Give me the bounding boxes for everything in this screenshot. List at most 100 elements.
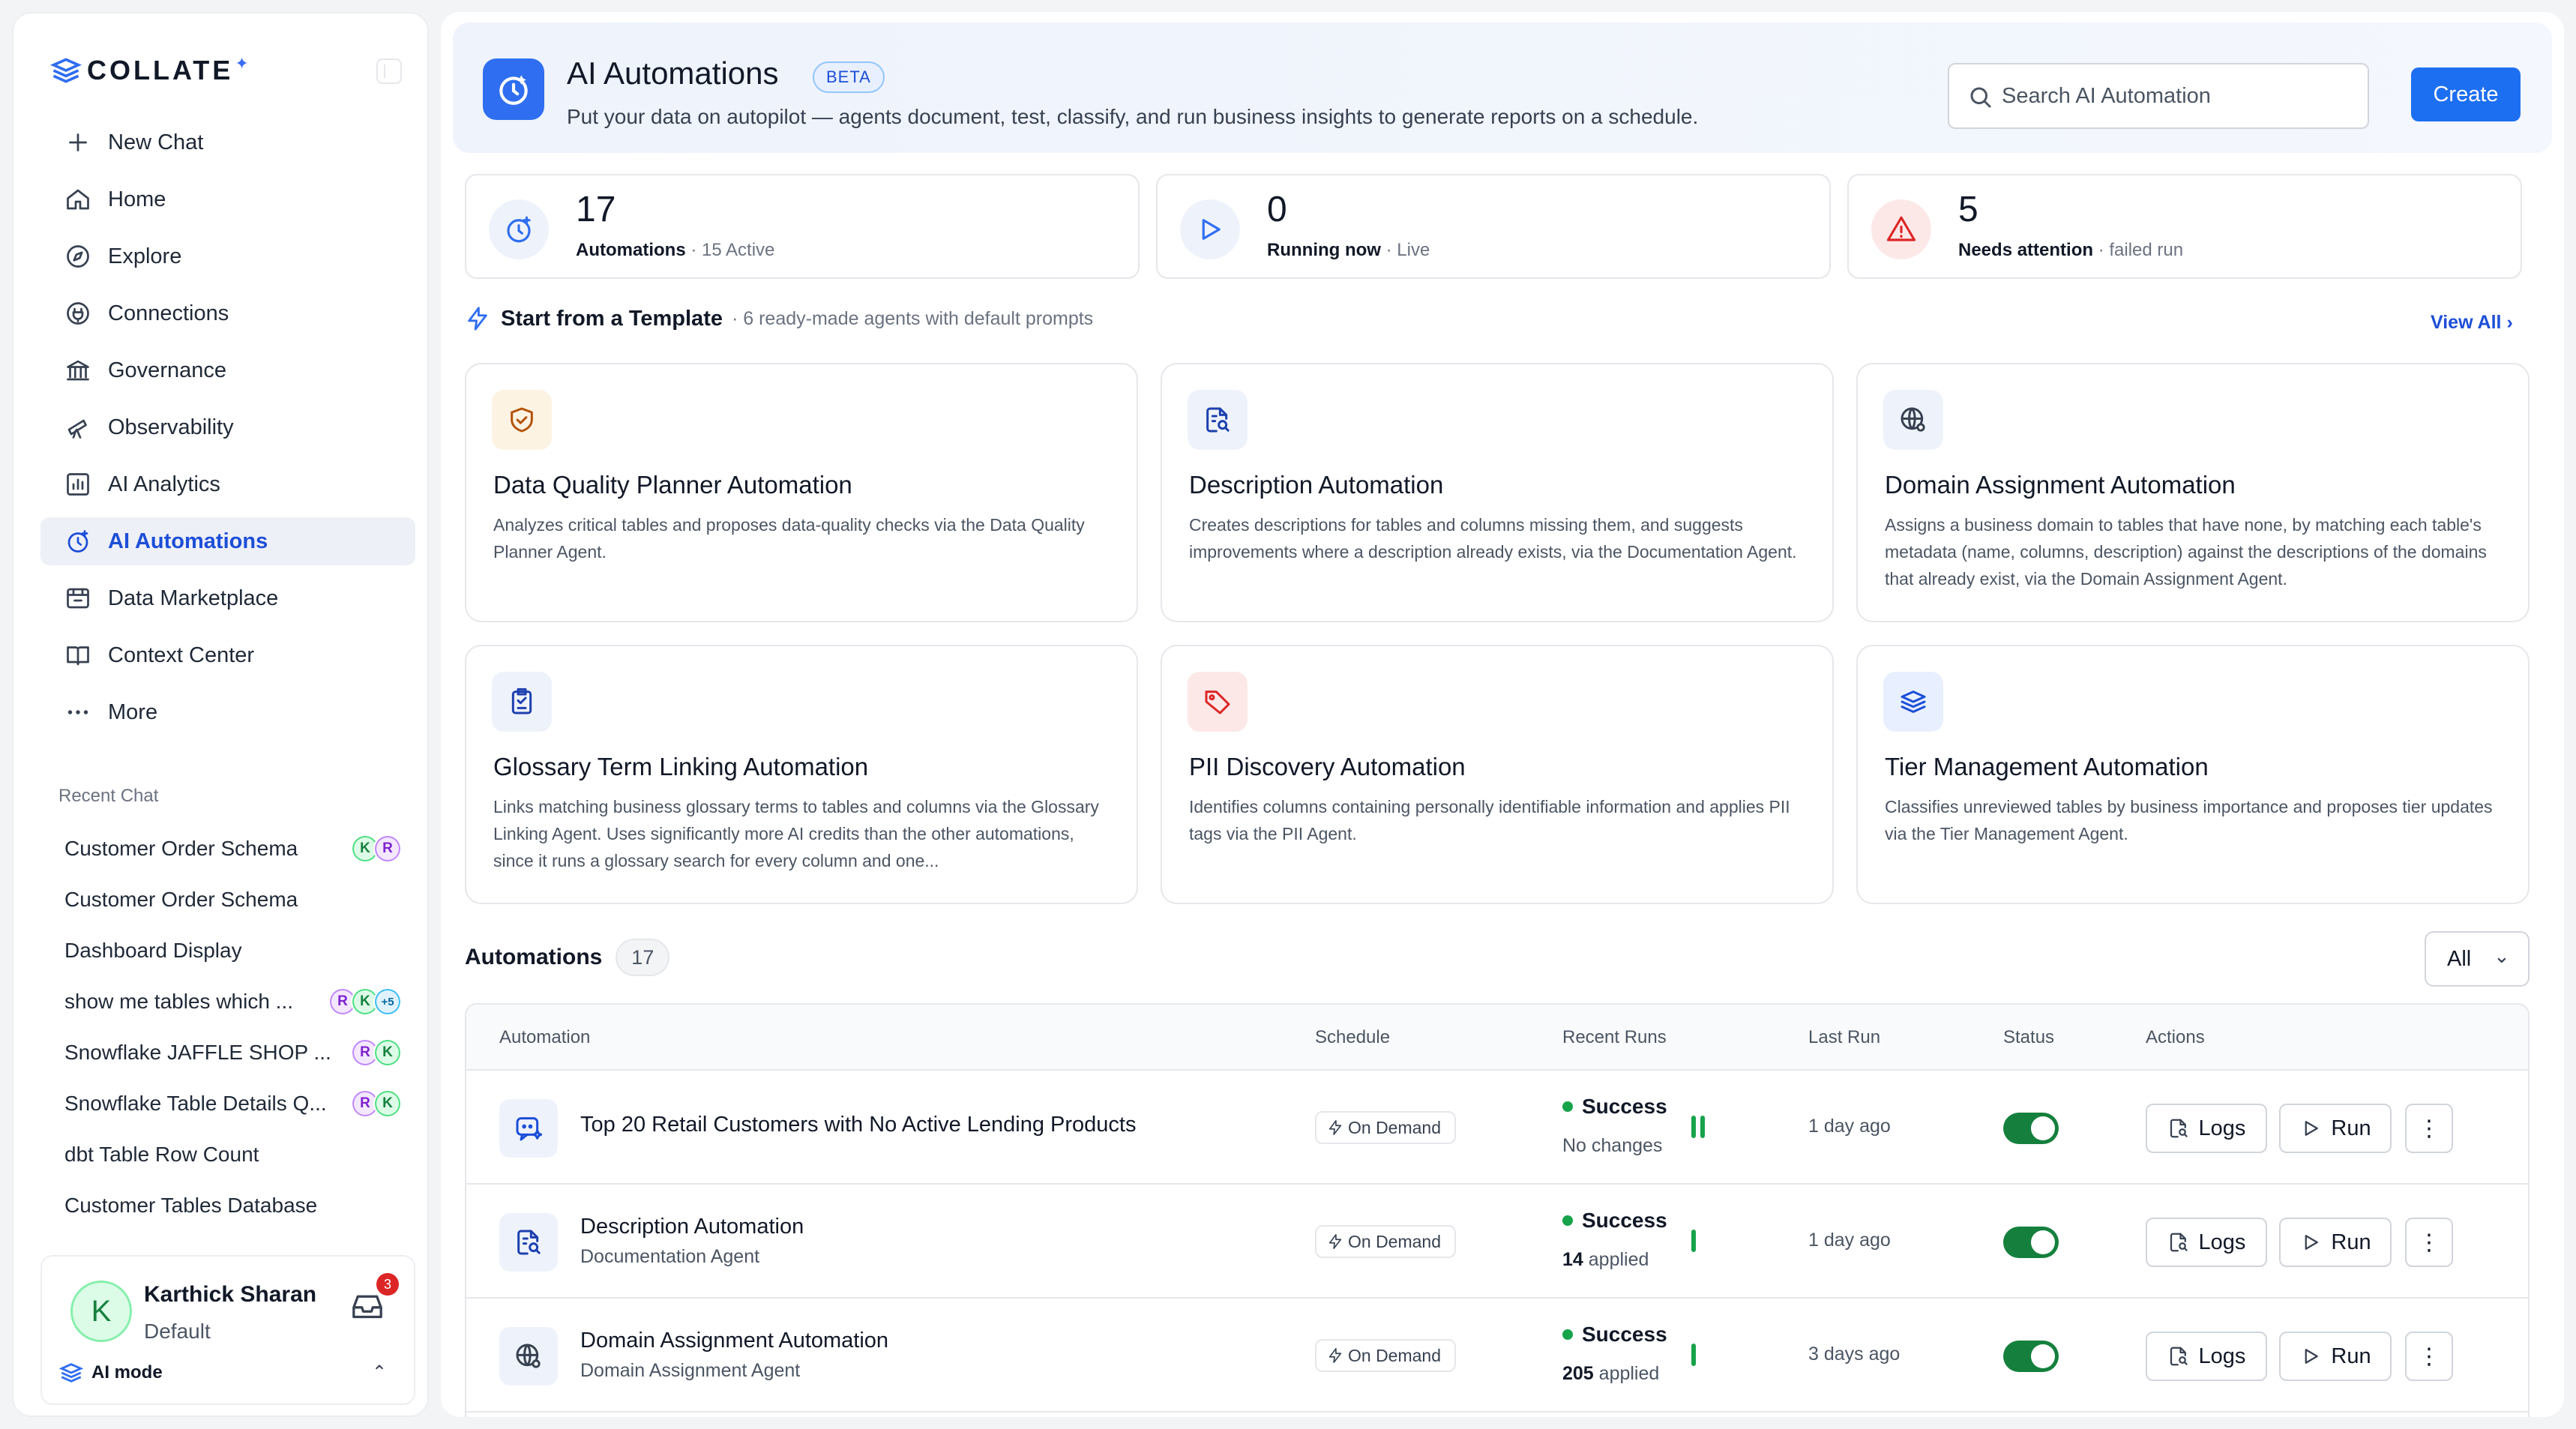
recent-chat-item[interactable]: Dashboard Display <box>40 925 415 976</box>
sidebar-item-ai-automations[interactable]: AI Automations <box>40 517 415 565</box>
template-card-title: Data Quality Planner Automation <box>493 471 852 499</box>
template-card[interactable]: Tier Management Automation Classifies unr… <box>1856 645 2530 904</box>
store-icon <box>63 583 93 613</box>
automation-name[interactable]: Top 20 Retail Customers with No Active L… <box>580 1113 1136 1137</box>
stat-label-detail: · 15 Active <box>685 240 775 260</box>
compass-icon <box>63 241 93 271</box>
recent-chat-item[interactable]: Customer Order Schema K R <box>40 823 415 874</box>
sidebar-item-label: AI Analytics <box>108 472 220 496</box>
recent-chat-label: show me tables which ... <box>64 990 294 1013</box>
search-input[interactable]: Search AI Automation <box>1948 63 2369 129</box>
stats-row: 17 Automations · 15 Active 0 Running now · … <box>465 174 2527 279</box>
recent-runs-sparkline[interactable] <box>1691 1116 1709 1138</box>
sidebar-item-governance[interactable]: Governance <box>40 346 415 394</box>
template-card-description: Links matching business glossary terms t… <box>493 797 1099 870</box>
table-row[interactable]: Domain Assignment Automation Domain Assig… <box>466 1299 2528 1413</box>
recent-chat-item[interactable]: dbt Table Row Count <box>40 1129 415 1180</box>
template-card[interactable]: Description Automation Creates descriptio… <box>1161 363 1834 622</box>
document-search-icon <box>499 1213 558 1272</box>
recent-runs-sparkline[interactable] <box>1691 1344 1700 1366</box>
logs-button[interactable]: Logs <box>2146 1218 2267 1267</box>
user-card[interactable]: K Karthick Sharan Default 3 AI mode ⌃ <box>40 1255 415 1405</box>
status-filter-select[interactable]: All ⌄ <box>2425 931 2530 987</box>
status-toggle[interactable] <box>2003 1227 2059 1258</box>
recent-chat-label: Customer Order Schema <box>64 888 298 911</box>
automation-agent: Documentation Agent <box>580 1246 760 1267</box>
participant-avatars: R K +5 <box>328 987 402 1016</box>
recent-chat-item[interactable]: show me tables which ... R K +5 <box>40 976 415 1027</box>
template-card[interactable]: Domain Assignment Automation Assigns a bu… <box>1856 363 2530 622</box>
run-note-text: No changes <box>1562 1135 1663 1156</box>
ai-mode-label: AI mode <box>91 1362 163 1383</box>
templates-title: Start from a Template <box>501 306 723 331</box>
sidebar-item-home[interactable]: Home <box>40 175 415 223</box>
more-actions-button[interactable]: ⋮ <box>2405 1104 2453 1153</box>
template-card[interactable]: Data Quality Planner Automation Analyzes … <box>465 363 1138 622</box>
run-bar <box>1691 1344 1696 1366</box>
shield-check-icon <box>492 390 552 450</box>
play-icon <box>2299 1231 2331 1254</box>
run-button[interactable]: Run <box>2279 1332 2392 1381</box>
recent-runs-sparkline[interactable] <box>1691 1230 1700 1252</box>
logs-button[interactable]: Logs <box>2146 1104 2267 1153</box>
recent-chat-item[interactable]: Customer Tables Database <box>40 1180 415 1231</box>
automation-icon <box>483 58 544 120</box>
more-actions-button[interactable]: ⋮ <box>2405 1332 2453 1381</box>
book-icon <box>63 640 93 670</box>
view-all-link[interactable]: View All › <box>2431 312 2513 334</box>
avatar: R <box>373 834 402 863</box>
run-button[interactable]: Run <box>2279 1218 2392 1267</box>
schedule-label: On Demand <box>1348 1117 1442 1137</box>
view-all-label: View All <box>2431 312 2502 333</box>
templates-subtitle: · 6 ready-made agents with default promp… <box>731 307 1094 329</box>
run-note: No changes <box>1562 1135 1662 1157</box>
recent-chat-label: Customer Order Schema <box>64 837 298 860</box>
table-row[interactable]: Description Automation Documentation Agen… <box>466 1185 2528 1299</box>
create-button[interactable]: Create <box>2411 67 2521 121</box>
recent-chat-item[interactable]: Snowflake JAFFLE SHOP ... R K <box>40 1027 415 1078</box>
run-note-text: applied <box>1583 1249 1649 1270</box>
run-bar <box>1691 1116 1696 1138</box>
avatar[interactable]: K <box>70 1281 132 1342</box>
sidebar-item-explore[interactable]: Explore <box>40 232 415 280</box>
home-icon <box>63 184 93 214</box>
sidebar-item-context-center[interactable]: Context Center <box>40 631 415 679</box>
template-card[interactable]: PII Discovery Automation Identifies colum… <box>1161 645 1834 904</box>
run-label: Run <box>2331 1116 2371 1140</box>
sidebar-item-connections[interactable]: Connections <box>40 289 415 337</box>
column-header: Recent Runs <box>1562 1027 1667 1047</box>
automation-name[interactable]: Domain Assignment Automation <box>580 1329 888 1353</box>
brand-logo[interactable]: COLLATE ✦ <box>49 54 249 87</box>
logs-button[interactable]: Logs <box>2146 1332 2267 1381</box>
chevron-down-icon: ⌄ <box>2494 945 2510 967</box>
sidebar-item-ai-analytics[interactable]: AI Analytics <box>40 460 415 508</box>
sidebar-item-data-marketplace[interactable]: Data Marketplace <box>40 574 415 622</box>
run-button[interactable]: Run <box>2279 1104 2392 1153</box>
collapse-sidebar-button[interactable] <box>376 58 402 84</box>
chevron-up-icon[interactable]: ⌃ <box>372 1362 387 1383</box>
sidebar-item-observability[interactable]: Observability <box>40 403 415 451</box>
status-toggle[interactable] <box>2003 1341 2059 1372</box>
participant-avatars: RK <box>351 1089 402 1118</box>
automation-name[interactable]: Description Automation <box>580 1215 804 1239</box>
sidebar-item-more[interactable]: More <box>40 688 415 736</box>
recent-chat-label: Dashboard Display <box>64 939 242 962</box>
more-actions-button[interactable]: ⋮ <box>2405 1218 2453 1267</box>
sparkle-icon: ✦ <box>235 54 249 73</box>
search-placeholder: Search AI Automation <box>2002 83 2211 108</box>
inbox-icon[interactable] <box>351 1291 384 1321</box>
recent-chat-item[interactable]: Snowflake Table Details Q... R K <box>40 1078 415 1129</box>
user-role: Default <box>144 1320 211 1343</box>
globe-gear-icon <box>1883 390 1943 450</box>
table-header: Automation Schedule Recent Runs Last Run Sta… <box>466 1005 2528 1071</box>
status-toggle[interactable] <box>2003 1113 2059 1144</box>
run-note-text: applied <box>1593 1363 1660 1384</box>
stat-value: 5 <box>1958 190 1978 229</box>
sidebar-item-new-chat[interactable]: New Chat <box>40 118 415 166</box>
stat-card: 0 Running now · Live <box>1156 174 1831 279</box>
template-card[interactable]: Glossary Term Linking Automation Links ma… <box>465 645 1138 904</box>
stat-label-detail: · Live <box>1380 240 1430 260</box>
table-row[interactable]: Top 20 Retail Customers with No Active L… <box>466 1071 2528 1185</box>
recent-chat-item[interactable]: Customer Order Schema <box>40 874 415 925</box>
ai-mode-toggle[interactable]: AI mode <box>58 1360 163 1386</box>
